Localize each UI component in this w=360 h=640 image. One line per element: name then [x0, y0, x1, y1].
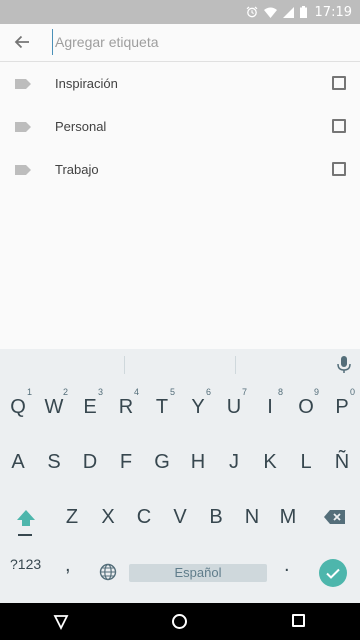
app-bar [0, 24, 360, 62]
key-g[interactable]: G [144, 442, 180, 482]
symbols-key[interactable]: ?123 [10, 556, 41, 572]
wifi-icon [263, 7, 277, 18]
nav-recents-icon[interactable] [292, 614, 305, 627]
key-m[interactable]: M [270, 497, 306, 537]
label-name: Inspiración [55, 76, 118, 91]
signal-icon [282, 6, 294, 18]
shift-underline [18, 534, 32, 536]
key-y[interactable]: Y [180, 387, 216, 427]
label-checkbox[interactable] [332, 76, 346, 90]
key-h[interactable]: H [180, 442, 216, 482]
back-button[interactable] [8, 28, 36, 56]
label-row-inspiracion[interactable]: Inspiración [0, 62, 360, 105]
label-checkbox[interactable] [332, 162, 346, 176]
label-tag-icon [15, 79, 31, 89]
key-v[interactable]: V [162, 497, 198, 537]
key-n-tilde[interactable]: Ñ [324, 442, 360, 482]
key-e[interactable]: E [72, 387, 108, 427]
key-x[interactable]: X [90, 497, 126, 537]
key-n[interactable]: N [234, 497, 270, 537]
key-j[interactable]: J [216, 442, 252, 482]
arrow-back-icon [14, 35, 29, 49]
status-time: 17:19 [314, 4, 352, 20]
suggestion-divider [235, 356, 236, 374]
key-p[interactable]: P [324, 387, 360, 427]
label-name: Personal [55, 119, 107, 134]
done-button[interactable] [319, 559, 347, 587]
label-row-personal[interactable]: Personal [0, 105, 360, 148]
label-search-input[interactable] [52, 29, 342, 55]
key-b[interactable]: B [198, 497, 234, 537]
label-checkbox[interactable] [332, 119, 346, 133]
nav-back-icon[interactable] [53, 614, 69, 630]
key-c[interactable]: C [126, 497, 162, 537]
label-list: Inspiración Personal Trabajo [0, 62, 360, 191]
label-row-trabajo[interactable]: Trabajo [0, 148, 360, 191]
key-d[interactable]: D [72, 442, 108, 482]
label-tag-icon [15, 122, 31, 132]
shift-icon[interactable] [16, 508, 36, 530]
status-bar: 17:19 [0, 0, 360, 24]
navigation-bar [0, 603, 360, 640]
backspace-icon[interactable] [324, 509, 346, 525]
alarm-icon [246, 6, 257, 18]
status-icons: 17:19 [246, 0, 352, 24]
globe-icon[interactable] [99, 563, 117, 581]
key-u[interactable]: U [216, 387, 252, 427]
key-k[interactable]: K [252, 442, 288, 482]
key-s[interactable]: S [36, 442, 72, 482]
label-tag-icon [15, 165, 31, 175]
comma-key[interactable]: , [65, 554, 71, 577]
suggestion-divider [124, 356, 125, 374]
key-l[interactable]: L [288, 442, 324, 482]
key-f[interactable]: F [108, 442, 144, 482]
soft-keyboard: 1 2 3 4 5 6 7 8 9 0 Q W E R T Y U I O P … [0, 349, 360, 603]
period-key[interactable]: . [284, 554, 290, 577]
suggestion-strip [0, 349, 360, 381]
key-o[interactable]: O [288, 387, 324, 427]
key-t[interactable]: T [144, 387, 180, 427]
battery-icon [299, 6, 307, 18]
check-icon [326, 568, 340, 579]
nav-home-icon[interactable] [172, 614, 187, 629]
label-name: Trabajo [55, 162, 99, 177]
key-i[interactable]: I [252, 387, 288, 427]
key-q[interactable]: Q [0, 387, 36, 427]
key-z[interactable]: Z [54, 497, 90, 537]
key-r[interactable]: R [108, 387, 144, 427]
space-bar[interactable]: Español [129, 564, 267, 582]
key-w[interactable]: W [36, 387, 72, 427]
key-a[interactable]: A [0, 442, 36, 482]
microphone-icon[interactable] [336, 356, 352, 374]
